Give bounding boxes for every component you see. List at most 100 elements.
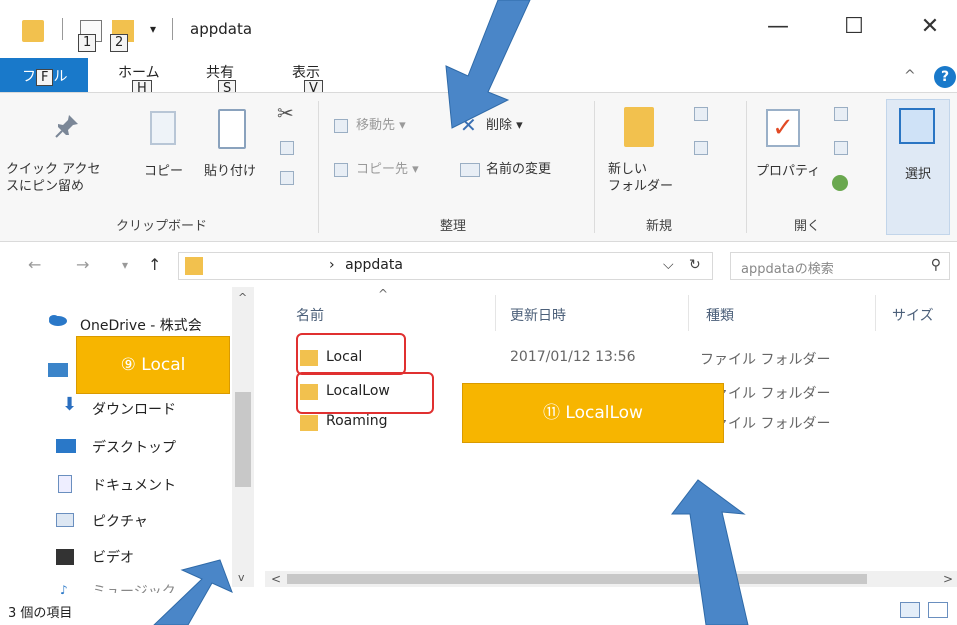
tab-view[interactable]: 表示: [292, 62, 320, 82]
search-box[interactable]: appdataの検索 ⚲: [730, 252, 950, 280]
refresh-button[interactable]: ↻: [689, 257, 701, 273]
column-separator[interactable]: [495, 295, 496, 331]
easy-access-icon[interactable]: [694, 141, 708, 155]
copy-to-button[interactable]: コピー先 ▾: [356, 161, 419, 178]
nav-item-pictures[interactable]: ピクチャ: [92, 511, 148, 531]
copy-path-icon[interactable]: [280, 141, 294, 155]
callout-locallow: ⑪ LocalLow: [462, 383, 724, 443]
qa-separator: [62, 18, 63, 40]
column-header-date[interactable]: 更新日時: [510, 305, 566, 325]
scroll-left-arrow[interactable]: <: [271, 572, 281, 586]
help-icon[interactable]: ?: [934, 66, 956, 88]
file-type: ファイル フォルダー: [700, 352, 831, 368]
horizontal-scrollbar[interactable]: < >: [265, 571, 957, 587]
move-to-button[interactable]: 移動先 ▾: [356, 117, 406, 134]
delete-icon: ✕: [460, 113, 477, 137]
address-path[interactable]: › appdata: [329, 257, 403, 273]
breadcrumb-appdata[interactable]: appdata: [345, 257, 403, 273]
tab-home[interactable]: ホーム: [118, 62, 160, 82]
nav-item-desktop[interactable]: デスクトップ: [92, 437, 176, 457]
qa-customize-dropdown[interactable]: ▾: [150, 22, 156, 36]
open-icon[interactable]: [834, 107, 848, 121]
paste-icon: [218, 109, 246, 149]
forward-button[interactable]: →: [76, 255, 89, 274]
keytip-2: 2: [110, 34, 129, 52]
nav-scrollbar[interactable]: ^ v: [232, 287, 254, 587]
recent-locations-dropdown[interactable]: ▾: [122, 258, 128, 272]
cut-icon[interactable]: ✂: [277, 101, 294, 125]
ribbon-tabs: フFル ホーム H 共有 S 表示 V ^ ?: [0, 58, 957, 98]
column-header-type[interactable]: 種類: [706, 305, 734, 325]
tab-share[interactable]: 共有: [206, 62, 234, 82]
file-date: 2017/01/12 13:56: [510, 349, 636, 365]
maximize-button[interactable]: ☐: [834, 14, 874, 39]
pin-label-1: クイック アクセ: [6, 162, 101, 177]
file-name[interactable]: Roaming: [326, 413, 388, 429]
history-icon[interactable]: [832, 175, 848, 191]
highlight-locallow: [296, 372, 434, 414]
column-separator[interactable]: [688, 295, 689, 331]
pictures-icon: [56, 513, 74, 527]
folder-icon: [300, 415, 318, 431]
properties-button[interactable]: プロパティ: [756, 163, 820, 180]
group-separator: [318, 101, 319, 233]
nav-item-onedrive[interactable]: OneDrive - 株式会: [80, 315, 202, 335]
onedrive-icon: [49, 315, 67, 326]
column-header-size[interactable]: サイズ: [892, 305, 934, 325]
nav-scroll-thumb[interactable]: [235, 392, 251, 487]
new-item-icon[interactable]: [694, 107, 708, 121]
address-bar: ← → ▾ ↑ › appdata ⌵ ↻ appdataの検索 ⚲: [0, 243, 957, 287]
properties-icon: ✓: [766, 109, 800, 147]
sort-indicator: ^: [378, 287, 389, 301]
horizontal-scroll-thumb[interactable]: [287, 574, 867, 584]
nav-item-music[interactable]: ミュージック: [92, 581, 176, 593]
paste-shortcut-icon[interactable]: [280, 171, 294, 185]
select-label: 選択: [905, 167, 932, 182]
tab-file[interactable]: フFル: [0, 58, 88, 92]
large-icons-view-icon[interactable]: [928, 602, 948, 618]
nav-item-videos[interactable]: ビデオ: [92, 547, 134, 567]
nav-item-documents[interactable]: ドキュメント: [92, 475, 176, 495]
rename-button[interactable]: 名前の変更: [486, 161, 551, 178]
highlight-local: [296, 333, 406, 375]
search-icon[interactable]: ⚲: [931, 257, 941, 273]
new-folder-icon: [624, 107, 654, 147]
up-button[interactable]: ↑: [148, 255, 161, 274]
scroll-down-arrow[interactable]: v: [238, 571, 245, 584]
group-label-open: 開く: [794, 219, 821, 234]
scroll-up-arrow[interactable]: ^: [238, 291, 247, 304]
column-header-name[interactable]: 名前: [296, 305, 324, 325]
breadcrumb-separator: ›: [329, 257, 335, 273]
copy-to-icon: [334, 163, 348, 177]
collapse-ribbon-button[interactable]: ^: [904, 68, 916, 84]
pc-icon: [48, 363, 68, 377]
minimize-button[interactable]: —: [758, 14, 798, 39]
pin-label-2: スにピン留め: [6, 179, 85, 194]
pin-quick-access-button[interactable]: クイック アクセ スにピン留め: [6, 161, 100, 195]
pin-icon: [55, 115, 78, 138]
scroll-right-arrow[interactable]: >: [943, 572, 953, 586]
new-folder-button[interactable]: 新しい フォルダー: [608, 161, 673, 195]
search-input[interactable]: appdataの検索: [741, 258, 834, 277]
details-view-icon[interactable]: [900, 602, 920, 618]
group-label-organize: 整理: [440, 219, 467, 234]
delete-button[interactable]: 削除 ▾: [486, 117, 523, 134]
back-button[interactable]: ←: [28, 255, 41, 274]
address-box[interactable]: › appdata ⌵ ↻: [178, 252, 713, 280]
desktop-icon: [56, 439, 76, 453]
select-button[interactable]: 選択: [886, 99, 950, 235]
move-to-icon: [334, 119, 348, 133]
address-dropdown[interactable]: ⌵: [663, 257, 674, 273]
close-button[interactable]: ✕: [910, 14, 950, 39]
nav-item-downloads[interactable]: ダウンロード: [92, 399, 176, 419]
edit-icon[interactable]: [834, 141, 848, 155]
copy-button[interactable]: コピー: [144, 163, 183, 180]
column-separator[interactable]: [875, 295, 876, 331]
group-separator: [746, 101, 747, 233]
paste-button[interactable]: 貼り付け: [204, 163, 256, 180]
callout-local: ⑨ Local: [76, 336, 230, 394]
rename-icon: [460, 163, 480, 177]
qa-separator: [172, 18, 173, 40]
folder-icon: [185, 257, 203, 275]
documents-icon: [58, 475, 72, 493]
